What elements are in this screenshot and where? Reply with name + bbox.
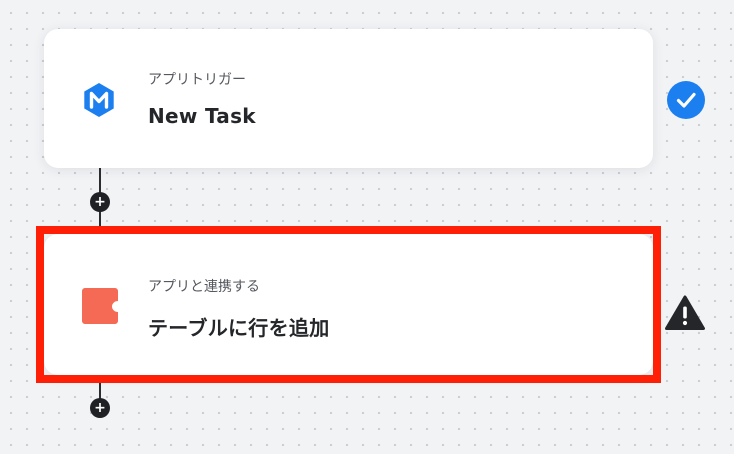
add-step-button[interactable]: + [90,192,110,212]
step-type-label: アプリと連携する [148,279,260,295]
meistertask-logo-icon [80,81,118,119]
flow-step-card[interactable]: アプリと連携する テーブルに行を追加 [44,234,653,375]
step-type-label: アプリトリガー [148,72,246,88]
warning-triangle-icon [665,295,705,331]
step-title: テーブルに行を追加 [148,316,330,340]
flow-step-card[interactable]: アプリトリガー New Task [44,29,653,168]
add-step-button[interactable]: + [90,398,110,418]
step-title: New Task [148,104,256,128]
check-circle-icon [667,81,705,119]
coda-logo-icon [82,288,118,324]
flow-canvas: + + アプリトリガー New Task アプリと連携する テーブルに行を追加 [0,0,734,454]
